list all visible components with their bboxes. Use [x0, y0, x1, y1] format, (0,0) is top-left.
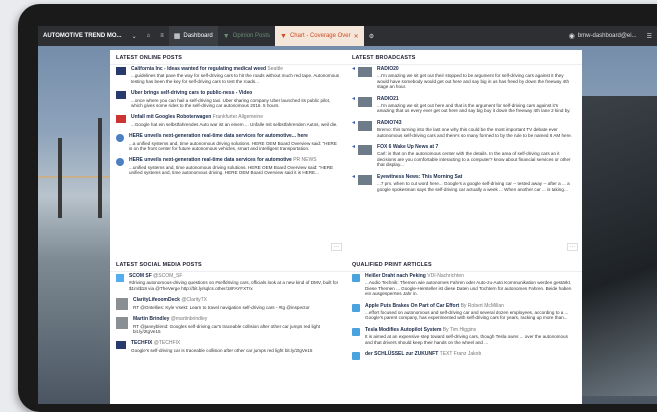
- broadcast-thumbnail: [358, 96, 373, 107]
- list-item[interactable]: ClarityLifeoomDeck @ClarityTX RT @Ontelli…: [110, 296, 346, 312]
- broadcast-thumbnail: [358, 145, 373, 156]
- panel-print-articles: QUALIFIED PRINT ARTICLES Heißer Draht na…: [346, 257, 582, 404]
- broadcast-thumbnail: [358, 174, 373, 185]
- home-icon[interactable]: ⌂: [142, 26, 156, 46]
- panel-title: LATEST SOCIAL MEDIA POSTS: [110, 257, 346, 272]
- gear-icon[interactable]: ⚙: [364, 26, 379, 46]
- source-logo-icon: [116, 115, 126, 124]
- list-item[interactable]: Unfall mit Googles Roboterwagen Frankfur…: [110, 113, 346, 129]
- filter-icon: ▼: [222, 32, 230, 40]
- list-item[interactable]: Uber brings self-driving cars to public-…: [110, 89, 346, 110]
- list-item[interactable]: HERE unveils next-generation real-time d…: [110, 156, 346, 177]
- list-item[interactable]: Martin Brindley @martinbrindley RT @janey…: [110, 315, 346, 336]
- dashboard-list-icon[interactable]: ≡: [155, 26, 169, 46]
- background-car: [582, 96, 657, 396]
- avatar: [116, 298, 128, 311]
- user-icon: ◉: [568, 33, 575, 40]
- article-icon: [352, 327, 360, 336]
- list-item[interactable]: California Inc - Ideas wanted for regula…: [110, 65, 346, 86]
- article-icon: [352, 303, 360, 312]
- broadcast-thumbnail: [358, 67, 373, 77]
- dashboard-content: LATEST ONLINE POSTS California Inc - Ide…: [110, 50, 582, 404]
- play-icon: ◂: [352, 173, 356, 180]
- play-icon: ◂: [352, 95, 356, 102]
- screen: AUTOMOTIVE TREND MO... ⌄ ⌂ ≡ ▦ Dashboard …: [38, 26, 657, 404]
- brand-name[interactable]: AUTOMOTIVE TREND MO...: [38, 26, 127, 46]
- list-item[interactable]: ◂ FOX 6 Wake Up News at 7 Carl: is that o…: [346, 143, 582, 170]
- source-logo-icon: [116, 158, 124, 167]
- panel-online-posts: LATEST ONLINE POSTS California Inc - Ide…: [110, 50, 346, 255]
- list-item[interactable]: ◂ Eyewitness News: This Morning Sat ...7 …: [346, 173, 582, 194]
- grid-icon: ▦: [173, 33, 181, 40]
- list-item[interactable]: ◂ RADIO743 Bremo: this turning into the l…: [346, 119, 582, 140]
- list-item[interactable]: ◂ RADIO20 ...I'm amazing we sit get out t…: [346, 65, 582, 92]
- list-item[interactable]: SCOM SF @SCOM_SF #driving autonomous-driv…: [110, 272, 346, 293]
- panel-title: QUALIFIED PRINT ARTICLES: [346, 257, 582, 272]
- twitter-icon: [116, 274, 124, 282]
- user-menu[interactable]: ◉ bmw-dashboard@ei...: [564, 26, 642, 46]
- top-navigation-bar: AUTOMOTIVE TREND MO... ⌄ ⌂ ≡ ▦ Dashboard …: [38, 26, 657, 46]
- close-icon[interactable]: ✕: [354, 33, 359, 40]
- article-icon: [352, 352, 360, 361]
- tab-chart-coverage[interactable]: ▼ Chart - Coverage Over ✕: [275, 26, 364, 46]
- menu-icon[interactable]: ☰: [642, 26, 657, 46]
- panel-title: LATEST ONLINE POSTS: [110, 50, 346, 65]
- source-logo-icon: [116, 67, 126, 75]
- source-logo-icon: [116, 91, 126, 100]
- tab-opinion-posts[interactable]: ▼ Opinion Posts: [218, 26, 275, 46]
- list-item[interactable]: HERE unveils next-generation real-time d…: [110, 132, 346, 153]
- more-options-icon[interactable]: ···: [331, 243, 342, 251]
- play-icon: ◂: [352, 66, 356, 72]
- list-item[interactable]: der SCHLÜSSEL zur ZUKUNFT TEXT Franz Jak…: [346, 350, 582, 362]
- play-icon: ◂: [352, 144, 356, 151]
- list-item[interactable]: ◂ RADIO21 ...I'm amazing we sit get out h…: [346, 95, 582, 116]
- panel-social-media: LATEST SOCIAL MEDIA POSTS SCOM SF @SCOM_…: [110, 257, 346, 404]
- broadcast-thumbnail: [358, 120, 373, 131]
- tab-dashboard[interactable]: ▦ Dashboard: [168, 26, 218, 46]
- list-item[interactable]: Tesla Modifies Autopilot System By Tim H…: [346, 326, 582, 347]
- play-icon: ◂: [352, 119, 356, 126]
- more-options-icon[interactable]: ···: [567, 243, 578, 251]
- filter-icon: ▼: [280, 32, 287, 40]
- list-item[interactable]: Heißer Draht nach Peking VDI-Nachrichten…: [346, 272, 582, 299]
- panel-broadcasts: LATEST BROADCASTS ◂ RADIO20 ...I'm amazin…: [346, 50, 582, 255]
- chevron-down-icon[interactable]: ⌄: [127, 26, 142, 46]
- avatar: [116, 341, 126, 350]
- source-logo-icon: [116, 134, 124, 143]
- panel-title: LATEST BROADCASTS: [346, 50, 582, 65]
- article-icon: [352, 274, 360, 282]
- avatar: [116, 317, 128, 330]
- list-item[interactable]: Apple Puts Brakes On Part of Car Effort …: [346, 302, 582, 323]
- list-item[interactable]: TECHFIX @TECHFIX Google's self-driving ca…: [110, 339, 346, 355]
